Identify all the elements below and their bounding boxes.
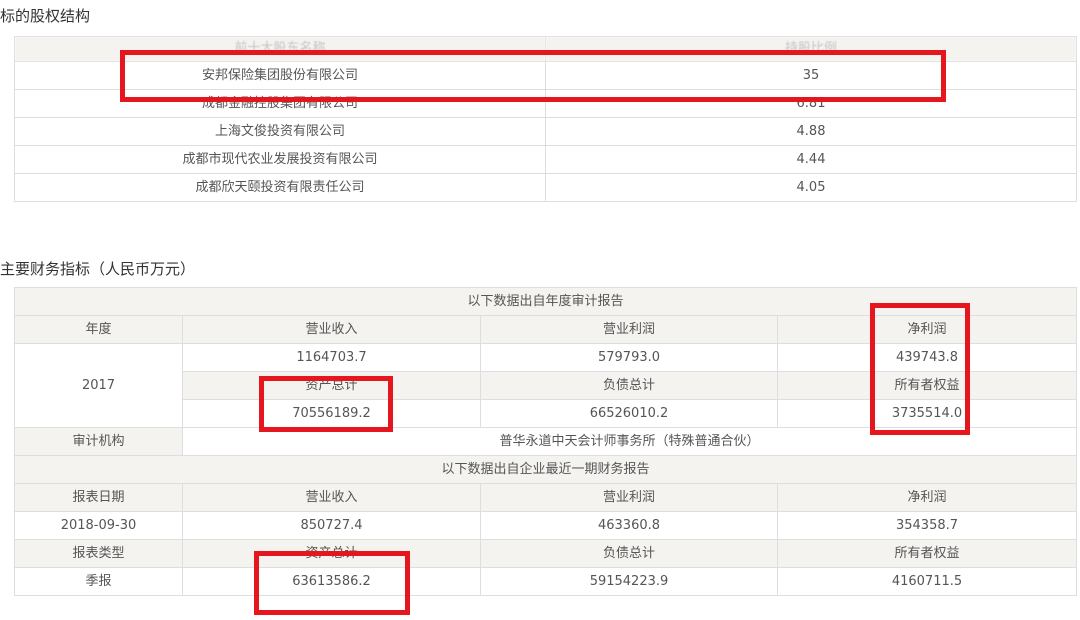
shareholder-name: 成都市现代农业发展投资有限公司	[14, 145, 546, 174]
total-assets-value: 70556189.2	[182, 399, 481, 428]
total-liabilities-value: 59154223.9	[480, 567, 778, 596]
total-assets-header: 资产总计	[182, 539, 481, 568]
table-row: 成都欣天颐投资有限责任公司 4.05	[14, 173, 1077, 202]
net-profit-value: 354358.7	[776, 511, 1078, 540]
net-profit-header: 净利润	[776, 483, 1078, 512]
report-date-label: 报表日期	[14, 483, 183, 512]
table-row: 安邦保险集团股份有限公司 35	[14, 61, 1077, 90]
auditor-label: 审计机构	[14, 427, 183, 456]
share-ratio: 4.05	[545, 173, 1077, 202]
total-liabilities-header: 负债总计	[480, 371, 778, 400]
operating-profit-value: 463360.8	[480, 511, 778, 540]
table-row: 成都市现代农业发展投资有限公司 4.44	[14, 145, 1077, 174]
share-ratio: 4.44	[545, 145, 1077, 174]
total-assets-value: 63613586.2	[182, 567, 481, 596]
report-type-value: 季报	[14, 567, 183, 596]
share-ratio: 35	[545, 61, 1077, 90]
shareholder-name: 上海文俊投资有限公司	[14, 117, 546, 146]
financial-table: 以下数据出自年度审计报告 年度 营业收入 营业利润 净利润 2017 11647…	[13, 287, 1078, 596]
financial-section-title: 主要财务指标（人民币万元）	[0, 260, 196, 278]
shareholder-header-row: 前十大股东名称 持股比例	[14, 36, 1077, 62]
owners-equity-header: 所有者权益	[776, 539, 1078, 568]
owners-equity-value: 4160711.5	[776, 567, 1078, 596]
annual-report-banner: 以下数据出自年度审计报告	[13, 287, 1078, 316]
share-ratio: 6.81	[545, 89, 1077, 118]
year-value: 2017	[14, 343, 183, 428]
shareholder-table: 前十大股东名称 持股比例 安邦保险集团股份有限公司 35 成都金融控股集团有限公…	[14, 36, 1077, 202]
net-profit-value: 439743.8	[776, 343, 1078, 372]
table-row: 报表日期 营业收入 营业利润 净利润	[14, 483, 1078, 512]
report-type-label: 报表类型	[14, 539, 183, 568]
total-liabilities-header: 负债总计	[480, 539, 778, 568]
total-liabilities-value: 66526010.2	[480, 399, 778, 428]
year-label: 年度	[14, 315, 183, 344]
table-row: 审计机构 普华永道中天会计师事务所（特殊普通合伙）	[14, 427, 1078, 456]
shareholder-section-title: 标的股权结构	[0, 7, 91, 25]
owners-equity-value: 3735514.0	[776, 399, 1078, 428]
table-row: 季报 63613586.2 59154223.9 4160711.5	[14, 567, 1078, 596]
table-row: 上海文俊投资有限公司 4.88	[14, 117, 1077, 146]
table-row: 2017 1164703.7 579793.0 439743.8	[14, 343, 1078, 428]
total-assets-header: 资产总计	[182, 371, 481, 400]
revenue-value: 1164703.7	[182, 343, 481, 372]
operating-profit-header: 营业利润	[480, 483, 778, 512]
table-row: 报表类型 资产总计 负债总计 所有者权益	[14, 539, 1078, 568]
shareholder-name: 安邦保险集团股份有限公司	[14, 61, 546, 90]
share-ratio: 4.88	[545, 117, 1077, 146]
operating-profit-value: 579793.0	[480, 343, 778, 372]
table-row: 年度 营业收入 营业利润 净利润	[14, 315, 1078, 344]
revenue-header: 营业收入	[182, 315, 481, 344]
table-row: 成都金融控股集团有限公司 6.81	[14, 89, 1077, 118]
revenue-value: 850727.4	[182, 511, 481, 540]
shareholder-name: 成都欣天颐投资有限责任公司	[14, 173, 546, 202]
auditor-value: 普华永道中天会计师事务所（特殊普通合伙）	[181, 427, 1078, 456]
owners-equity-header: 所有者权益	[776, 371, 1078, 400]
col-shareholder-name: 前十大股东名称	[14, 36, 546, 62]
table-row: 2018-09-30 850727.4 463360.8 354358.7	[14, 511, 1078, 540]
operating-profit-header: 营业利润	[480, 315, 778, 344]
latest-report-banner: 以下数据出自企业最近一期财务报告	[13, 455, 1078, 484]
report-date-value: 2018-09-30	[14, 511, 183, 540]
table-row: 以下数据出自企业最近一期财务报告	[13, 455, 1078, 484]
revenue-header: 营业收入	[182, 483, 481, 512]
shareholder-name: 成都金融控股集团有限公司	[14, 89, 546, 118]
col-share-ratio: 持股比例	[545, 36, 1077, 62]
net-profit-header: 净利润	[776, 315, 1078, 344]
table-row: 以下数据出自年度审计报告	[13, 287, 1078, 316]
